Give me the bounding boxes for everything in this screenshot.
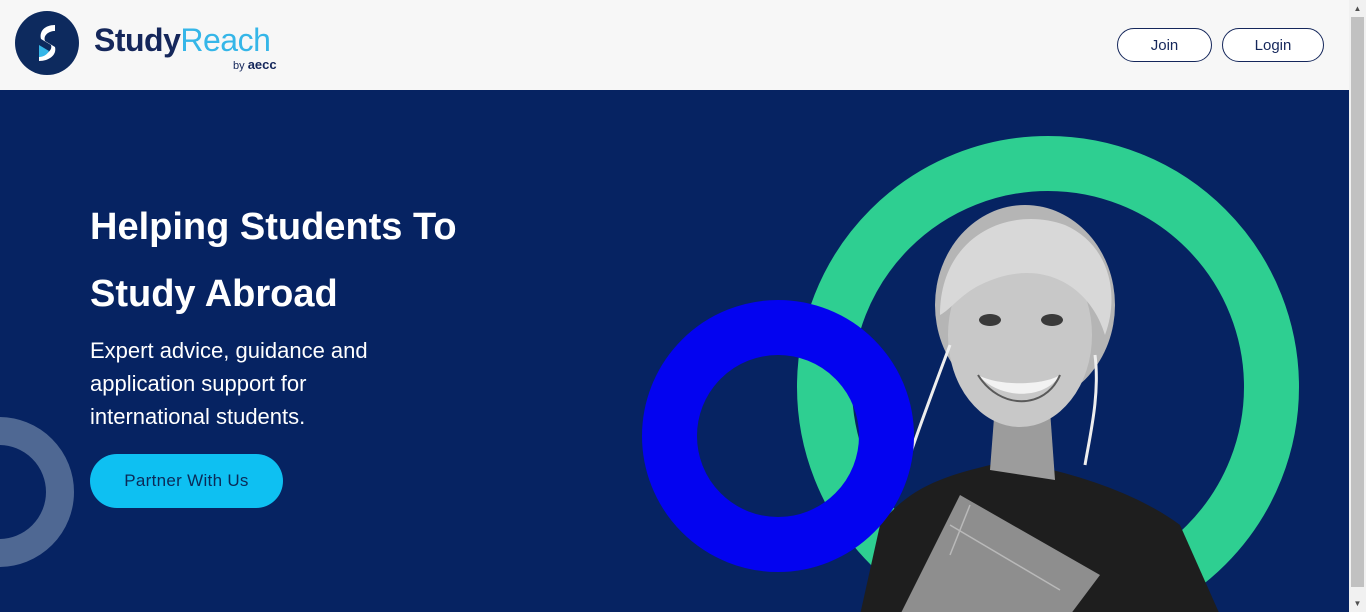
decorative-ring-blue [642,300,914,572]
scrollbar-thumb[interactable] [1351,17,1364,587]
join-button[interactable]: Join [1117,28,1212,62]
brand-byline: by aecc [233,58,277,73]
hero-subtitle: Expert advice, guidance and application … [90,338,368,429]
site-header: StudyReach by aecc Join Login [0,0,1349,90]
login-button[interactable]: Login [1222,28,1324,62]
brand-by-text: by [233,60,245,72]
hero-title: Helping Students To Study Abroad [90,206,457,315]
studyreach-logo-icon[interactable] [15,11,79,75]
page-scrollbar[interactable]: ▲ ▼ [1349,0,1366,612]
brand-study-text: Study [94,22,181,58]
partner-with-us-button[interactable]: Partner With Us [90,454,283,508]
brand-name[interactable]: StudyReach [94,22,271,58]
triangle-up-icon[interactable]: ▲ [1349,0,1366,17]
triangle-down-icon[interactable]: ▼ [1349,595,1366,612]
decorative-ring-left [0,417,74,567]
brand-aecc-text: aecc [247,57,277,72]
brand-reach-text: Reach [180,22,271,58]
hero-section: Helping Students To Study Abroad Expert … [0,90,1349,612]
